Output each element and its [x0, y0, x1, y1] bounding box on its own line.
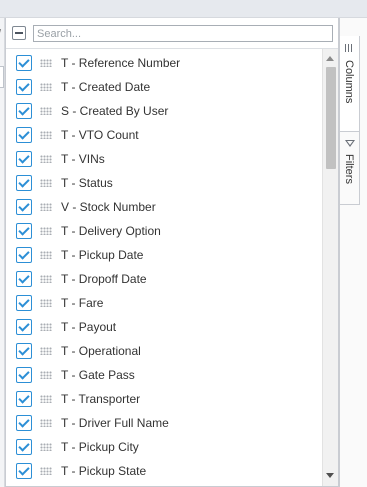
- column-label: T - Status: [61, 176, 113, 190]
- column-row[interactable]: T - Fare: [6, 291, 322, 315]
- column-row[interactable]: T - Pickup Date: [6, 243, 322, 267]
- column-checkbox[interactable]: [16, 271, 32, 287]
- column-checkbox[interactable]: [16, 55, 32, 71]
- column-label: T - Created Date: [61, 80, 151, 94]
- tab-filters[interactable]: Filters: [340, 132, 360, 205]
- column-label: T - Pickup Date: [61, 248, 144, 262]
- drag-handle-icon[interactable]: [40, 371, 52, 379]
- drag-handle-icon[interactable]: [40, 395, 52, 403]
- column-row[interactable]: T - Pickup City: [6, 435, 322, 459]
- column-row[interactable]: T - Pickup State: [6, 459, 322, 483]
- column-list: T - Reference Number T - Created Date S - …: [6, 49, 322, 486]
- column-label: T - Payout: [61, 320, 117, 334]
- drag-handle-icon[interactable]: [40, 155, 52, 163]
- column-label: S - Created By User: [61, 104, 169, 118]
- column-label: T - Reference Number: [61, 56, 181, 70]
- drag-handle-icon[interactable]: [40, 347, 52, 355]
- drag-handle-icon[interactable]: [40, 419, 52, 427]
- column-search-input[interactable]: [33, 25, 333, 42]
- column-label: T - Driver Full Name: [61, 416, 169, 430]
- column-row[interactable]: T - Transporter: [6, 387, 322, 411]
- column-search-row: [6, 18, 338, 49]
- column-checkbox[interactable]: [16, 463, 32, 479]
- column-label: T - Fare: [61, 296, 104, 310]
- column-row[interactable]: T - Created Date: [6, 75, 322, 99]
- column-row[interactable]: T - VINs: [6, 147, 322, 171]
- drag-handle-icon[interactable]: [40, 323, 52, 331]
- column-checkbox[interactable]: [16, 391, 32, 407]
- column-checkbox[interactable]: [16, 199, 32, 215]
- column-row[interactable]: T - Payout: [6, 315, 322, 339]
- background-input-stub: [0, 66, 4, 88]
- column-checkbox[interactable]: [16, 175, 32, 191]
- column-checkbox[interactable]: [16, 103, 32, 119]
- column-row[interactable]: T - Reference Number: [6, 51, 322, 75]
- column-checkbox[interactable]: [16, 343, 32, 359]
- column-label: T - Delivery Option: [61, 224, 161, 238]
- drag-handle-icon[interactable]: [40, 59, 52, 67]
- drag-handle-icon[interactable]: [40, 227, 52, 235]
- drag-handle-icon[interactable]: [40, 467, 52, 475]
- column-row[interactable]: T - Delivery Option: [6, 219, 322, 243]
- background-glyph: /: [0, 28, 1, 40]
- column-checkbox[interactable]: [16, 439, 32, 455]
- column-checkbox[interactable]: [16, 415, 32, 431]
- filter-icon: [345, 140, 355, 147]
- column-label: T - Gate Pass: [61, 368, 135, 382]
- column-row[interactable]: T - Status: [6, 171, 322, 195]
- side-bar: Columns Filters: [339, 18, 367, 487]
- column-label: T - Operational: [61, 344, 141, 358]
- drag-handle-icon[interactable]: [40, 275, 52, 283]
- drag-handle-icon[interactable]: [40, 131, 52, 139]
- column-checkbox[interactable]: [16, 295, 32, 311]
- scroll-up-arrow-icon[interactable]: [326, 56, 334, 61]
- column-row[interactable]: T - Operational: [6, 339, 322, 363]
- drag-handle-icon[interactable]: [40, 179, 52, 187]
- drag-handle-icon[interactable]: [40, 107, 52, 115]
- columns-tool-panel: T - Reference Number T - Created Date S - …: [5, 18, 339, 487]
- column-label: T - VTO Count: [61, 128, 139, 142]
- column-label: T - VINs: [61, 152, 105, 166]
- column-row[interactable]: V - Stock Number: [6, 195, 322, 219]
- column-label: T - Pickup City: [61, 440, 139, 454]
- column-row[interactable]: T - Driver Full Name: [6, 411, 322, 435]
- column-label: T - Pickup State: [61, 464, 147, 478]
- tab-columns-label: Columns: [343, 60, 355, 104]
- column-row[interactable]: T - Dropoff Date: [6, 267, 322, 291]
- column-checkbox[interactable]: [16, 151, 32, 167]
- column-checkbox[interactable]: [16, 79, 32, 95]
- columns-icon: [345, 44, 354, 52]
- tab-columns[interactable]: Columns: [340, 36, 360, 132]
- drag-handle-icon[interactable]: [40, 83, 52, 91]
- drag-handle-icon[interactable]: [40, 299, 52, 307]
- tab-filters-label: Filters: [343, 154, 355, 184]
- column-list-scrollbar[interactable]: [322, 49, 338, 486]
- column-label: T - Transporter: [61, 392, 141, 406]
- column-row[interactable]: T - VTO Count: [6, 123, 322, 147]
- drag-handle-icon[interactable]: [40, 443, 52, 451]
- column-label: T - Dropoff Date: [61, 272, 147, 286]
- column-checkbox[interactable]: [16, 367, 32, 383]
- column-row[interactable]: S - Created By User: [6, 99, 322, 123]
- column-label: V - Stock Number: [61, 200, 156, 214]
- column-row[interactable]: T - Gate Pass: [6, 363, 322, 387]
- column-checkbox[interactable]: [16, 247, 32, 263]
- scrollbar-thumb[interactable]: [326, 67, 336, 169]
- scroll-down-arrow-icon[interactable]: [326, 473, 334, 478]
- column-checkbox[interactable]: [16, 223, 32, 239]
- top-header-strip: [0, 0, 367, 18]
- drag-handle-icon[interactable]: [40, 203, 52, 211]
- select-all-checkbox[interactable]: [12, 26, 26, 40]
- column-checkbox[interactable]: [16, 319, 32, 335]
- column-checkbox[interactable]: [16, 127, 32, 143]
- drag-handle-icon[interactable]: [40, 251, 52, 259]
